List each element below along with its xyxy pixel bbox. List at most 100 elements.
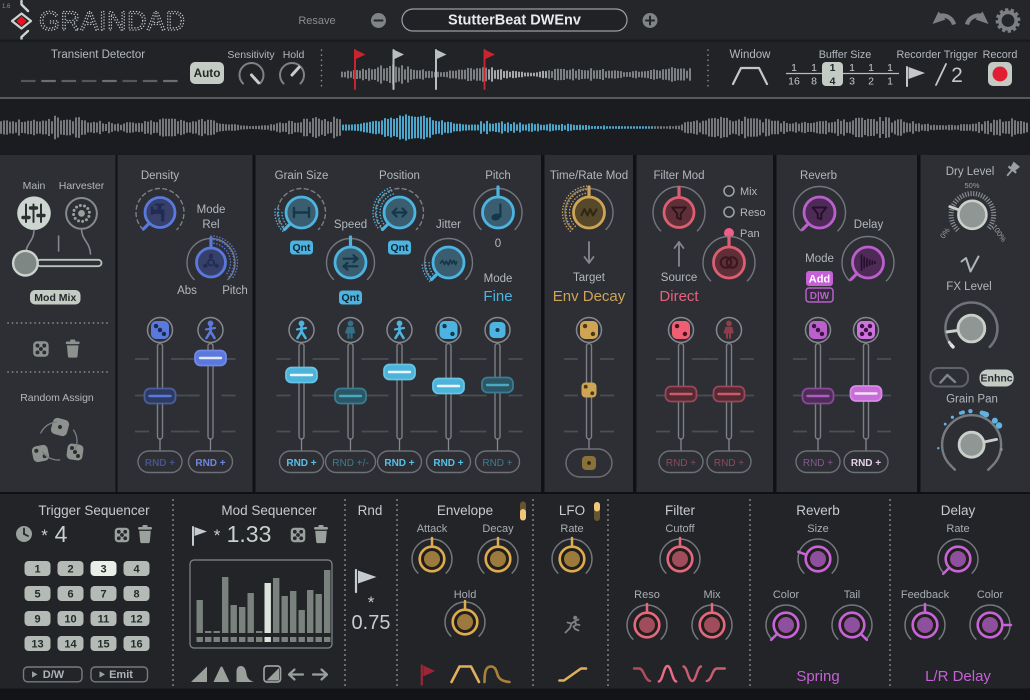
svg-text:Enhnc: Enhnc	[981, 373, 1013, 385]
svg-text:16: 16	[130, 639, 142, 651]
svg-text:RND +: RND +	[851, 458, 881, 469]
svg-text:RND +: RND +	[384, 458, 414, 469]
svg-text:LFO: LFO	[559, 503, 585, 518]
svg-text:Record: Record	[983, 49, 1018, 61]
svg-text:D/W: D/W	[43, 669, 65, 681]
svg-text:Main: Main	[23, 180, 46, 192]
svg-text:Reso: Reso	[740, 207, 766, 219]
svg-text:Jitter: Jitter	[436, 219, 461, 231]
svg-text:7: 7	[100, 589, 106, 601]
svg-text:Pitch: Pitch	[485, 170, 511, 182]
svg-text:4: 4	[55, 521, 68, 547]
svg-text:1.33: 1.33	[227, 521, 272, 547]
svg-text:3: 3	[849, 76, 855, 88]
svg-text:1: 1	[811, 62, 817, 74]
svg-text:Fine: Fine	[483, 288, 512, 305]
svg-text:Mode: Mode	[484, 273, 513, 285]
svg-text:16: 16	[788, 76, 800, 88]
svg-text:Color: Color	[773, 589, 800, 601]
svg-text:Speed: Speed	[334, 219, 367, 231]
svg-text:Mix: Mix	[740, 186, 758, 198]
svg-text:Sensitivity: Sensitivity	[227, 49, 275, 61]
svg-text:8: 8	[811, 76, 817, 88]
svg-text:Rel: Rel	[202, 219, 219, 231]
svg-text:RND +/-: RND +/-	[332, 458, 368, 469]
svg-text:Decay: Decay	[482, 523, 514, 535]
svg-text:1: 1	[887, 62, 893, 74]
svg-text:Filter: Filter	[665, 503, 696, 518]
svg-text:Resave: Resave	[298, 15, 335, 27]
svg-text:Tail: Tail	[844, 589, 861, 601]
svg-text:Rate: Rate	[946, 523, 969, 535]
svg-text:1: 1	[868, 62, 874, 74]
svg-text:1: 1	[849, 62, 855, 74]
svg-text:11: 11	[98, 614, 110, 626]
svg-text:Trigger Sequencer: Trigger Sequencer	[38, 503, 150, 518]
svg-text:*: *	[41, 526, 48, 545]
svg-text:Emit: Emit	[109, 669, 133, 681]
svg-text:13: 13	[31, 639, 43, 651]
svg-text:Mode: Mode	[197, 204, 226, 216]
svg-text:Mod Sequencer: Mod Sequencer	[221, 503, 317, 518]
svg-text:Position: Position	[379, 170, 420, 182]
svg-text:0.75: 0.75	[352, 612, 391, 634]
svg-text:Density: Density	[141, 170, 180, 182]
svg-text:Mod Mix: Mod Mix	[34, 292, 76, 304]
svg-text:Window: Window	[730, 49, 772, 61]
svg-text:12: 12	[130, 614, 142, 626]
svg-text:2: 2	[868, 76, 874, 88]
svg-text:1: 1	[830, 62, 836, 74]
svg-text:Direct: Direct	[659, 288, 699, 305]
svg-text:Source: Source	[661, 272, 697, 284]
svg-text:GRAINDAD: GRAINDAD	[39, 6, 186, 36]
svg-text:Reverb: Reverb	[800, 170, 837, 182]
svg-text:Hold: Hold	[454, 589, 477, 601]
svg-text:Target: Target	[573, 272, 606, 284]
svg-text:Attack: Attack	[417, 523, 448, 535]
svg-text:Harvester: Harvester	[59, 180, 105, 192]
svg-text:*: *	[368, 593, 375, 612]
svg-text:Filter Mod: Filter Mod	[653, 170, 704, 182]
svg-text:Grain Pan: Grain Pan	[946, 394, 998, 406]
svg-text:D|W: D|W	[810, 291, 830, 302]
svg-text:3: 3	[100, 564, 106, 576]
svg-text:Qnt: Qnt	[390, 242, 409, 254]
svg-text:Auto: Auto	[194, 66, 221, 80]
svg-text:Size: Size	[807, 523, 828, 535]
svg-text:Feedback: Feedback	[901, 589, 950, 601]
svg-text:Pitch: Pitch	[222, 285, 248, 297]
svg-text:50%: 50%	[964, 181, 979, 190]
svg-text:Qnt: Qnt	[292, 242, 311, 254]
svg-text:Time/Rate Mod: Time/Rate Mod	[550, 170, 628, 182]
svg-text:Rnd: Rnd	[358, 503, 383, 518]
svg-text:FX Level: FX Level	[946, 281, 991, 293]
svg-text:Mix: Mix	[703, 589, 721, 601]
svg-text:Grain Size: Grain Size	[275, 170, 329, 182]
svg-text:*: *	[214, 526, 221, 545]
svg-text:0: 0	[495, 238, 501, 250]
svg-text:RND +: RND +	[803, 458, 833, 469]
svg-text:9: 9	[34, 614, 40, 626]
svg-text:1.6: 1.6	[2, 4, 11, 10]
svg-text:L/R Delay: L/R Delay	[925, 668, 991, 685]
svg-text:2: 2	[951, 64, 963, 87]
svg-text:RND +: RND +	[482, 458, 512, 469]
svg-text:Add: Add	[809, 274, 830, 286]
svg-text:1: 1	[34, 564, 40, 576]
svg-text:Reso: Reso	[634, 589, 660, 601]
svg-text:Qnt: Qnt	[341, 292, 360, 304]
svg-text:Color: Color	[977, 589, 1004, 601]
svg-text:Dry Level: Dry Level	[946, 166, 995, 178]
svg-text:Delay: Delay	[854, 219, 884, 231]
svg-text:RND +: RND +	[195, 458, 225, 469]
svg-text:StutterBeat DWEnv: StutterBeat DWEnv	[448, 13, 581, 29]
svg-text:1: 1	[887, 76, 893, 88]
svg-text:Mode: Mode	[805, 253, 834, 265]
svg-text:Transient Detector: Transient Detector	[51, 49, 145, 61]
svg-text:2: 2	[67, 564, 73, 576]
svg-text:Delay: Delay	[941, 503, 976, 518]
svg-text:Hold: Hold	[283, 49, 305, 61]
svg-text:Rate: Rate	[560, 523, 583, 535]
svg-text:RND +: RND +	[286, 458, 316, 469]
svg-text:Random Assign: Random Assign	[20, 392, 94, 404]
